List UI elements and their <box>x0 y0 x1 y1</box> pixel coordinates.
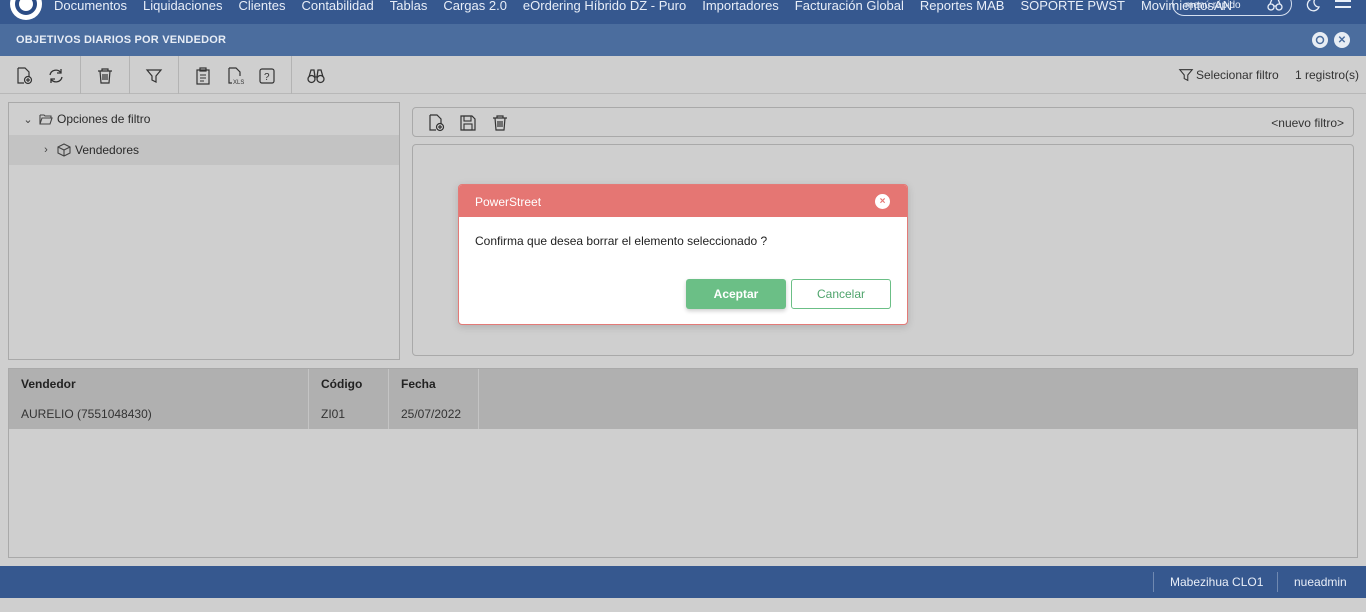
menu-item-cargas[interactable]: Cargas 2.0 <box>443 0 507 12</box>
toolbar-divider <box>129 56 130 94</box>
cube-icon <box>57 143 71 157</box>
top-navbar: Documentos Liquidaciones Clientes Contab… <box>0 0 1366 24</box>
tree-node-label: Opciones de filtro <box>57 112 151 126</box>
footer-company: Mabezihua CLO1 <box>1170 575 1264 589</box>
filter-icon[interactable] <box>144 66 164 86</box>
footer-divider <box>1277 572 1278 592</box>
menu-item-facturacion-global[interactable]: Facturación Global <box>795 0 904 12</box>
trash-icon[interactable] <box>491 114 509 132</box>
new-document-icon[interactable] <box>14 66 34 86</box>
folder-open-icon <box>39 113 53 125</box>
chevron-down-icon[interactable]: ⌄ <box>21 113 35 126</box>
toolbar: XLS ? Selecionar filtro 1 registro(s) <box>0 56 1366 94</box>
help-icon[interactable]: ? <box>257 66 277 86</box>
status-footer: Mabezihua CLO1 nueadmin <box>0 566 1366 598</box>
page-title-bar: OBJETIVOS DIARIOS POR VENDEDOR ✕ <box>0 24 1366 56</box>
close-page-icon[interactable]: ✕ <box>1334 32 1350 48</box>
refresh-icon[interactable] <box>46 66 66 86</box>
binoculars-icon[interactable] <box>306 66 326 86</box>
toolbar-divider <box>80 56 81 94</box>
tree-node-vendedores[interactable]: › Vendedores <box>9 135 399 165</box>
new-filter-label: <nuevo filtro> <box>1271 116 1344 130</box>
export-xls-icon[interactable]: XLS <box>225 66 245 86</box>
clipboard-icon[interactable] <box>193 66 213 86</box>
filter-tree-panel: ⌄ Opciones de filtro › Vendedores <box>8 102 400 360</box>
record-count: 1 registro(s) <box>1295 68 1360 82</box>
menu-item-liquidaciones[interactable]: Liquidaciones <box>143 0 223 12</box>
close-icon[interactable]: × <box>875 194 890 209</box>
column-header-fecha[interactable]: Fecha <box>389 369 479 399</box>
menu-item-documentos[interactable]: Documentos <box>54 0 127 12</box>
menu-item-soporte-pwst[interactable]: SOPORTE PWST <box>1020 0 1125 12</box>
page-title: OBJETIVOS DIARIOS POR VENDEDOR <box>16 34 227 46</box>
menu-item-reportes-mab[interactable]: Reportes MAB <box>920 0 1005 12</box>
dark-mode-icon[interactable] <box>1306 0 1320 17</box>
dialog-title: PowerStreet <box>475 195 542 209</box>
svg-text:?: ? <box>264 72 270 83</box>
cell-codigo: ZI01 <box>309 399 389 429</box>
cell-vendedor: AURELIO (7551048430) <box>9 399 309 429</box>
quick-menu-input[interactable]: menú rápido <box>1172 0 1292 16</box>
column-header-codigo[interactable]: Código <box>309 369 389 399</box>
toolbar-divider <box>291 56 292 94</box>
tree-node-filter-options[interactable]: ⌄ Opciones de filtro <box>9 104 399 134</box>
new-document-icon[interactable] <box>427 114 445 132</box>
chevron-right-icon[interactable]: › <box>39 144 53 156</box>
save-icon[interactable] <box>459 114 477 132</box>
footer-user: nueadmin <box>1294 575 1347 589</box>
dialog-message: Confirma que desea borrar el elemento se… <box>475 234 768 248</box>
settings-circle-icon[interactable] <box>1312 32 1328 48</box>
svg-text:XLS: XLS <box>233 80 244 85</box>
accept-button[interactable]: Aceptar <box>686 279 786 309</box>
filter-icon <box>1178 69 1194 82</box>
confirm-delete-dialog: PowerStreet × Confirma que desea borrar … <box>458 184 908 325</box>
quick-menu-placeholder: menú rápido <box>1185 0 1241 11</box>
hamburger-menu-icon[interactable] <box>1335 0 1351 12</box>
select-filter-button[interactable]: Selecionar filtro <box>1178 67 1279 83</box>
grid-header: Vendedor Código Fecha <box>9 369 1357 399</box>
menu-item-tablas[interactable]: Tablas <box>390 0 428 12</box>
menu-item-importadores[interactable]: Importadores <box>702 0 779 12</box>
cell-fecha: 25/07/2022 <box>389 399 479 429</box>
app-logo[interactable] <box>10 0 42 20</box>
filter-editor-toolbar: <nuevo filtro> <box>412 107 1354 137</box>
toolbar-divider <box>178 56 179 94</box>
dialog-header: PowerStreet × <box>459 185 907 217</box>
column-header-vendedor[interactable]: Vendedor <box>9 369 309 399</box>
tree-node-label: Vendedores <box>75 143 140 157</box>
logo-ring <box>15 0 37 15</box>
trash-icon[interactable] <box>95 66 115 86</box>
cancel-button[interactable]: Cancelar <box>791 279 891 309</box>
binoculars-icon <box>1267 0 1283 14</box>
results-grid: Vendedor Código Fecha AURELIO (755104843… <box>8 368 1358 558</box>
main-menu: Documentos Liquidaciones Clientes Contab… <box>54 0 1248 24</box>
footer-divider <box>1153 572 1154 592</box>
menu-item-eordering[interactable]: eOrdering Híbrido DZ - Puro <box>523 0 686 12</box>
table-row[interactable]: AURELIO (7551048430) ZI01 25/07/2022 <box>9 399 1357 429</box>
menu-item-clientes[interactable]: Clientes <box>239 0 286 12</box>
menu-item-contabilidad[interactable]: Contabilidad <box>301 0 373 12</box>
select-filter-label: Selecionar filtro <box>1196 68 1279 82</box>
